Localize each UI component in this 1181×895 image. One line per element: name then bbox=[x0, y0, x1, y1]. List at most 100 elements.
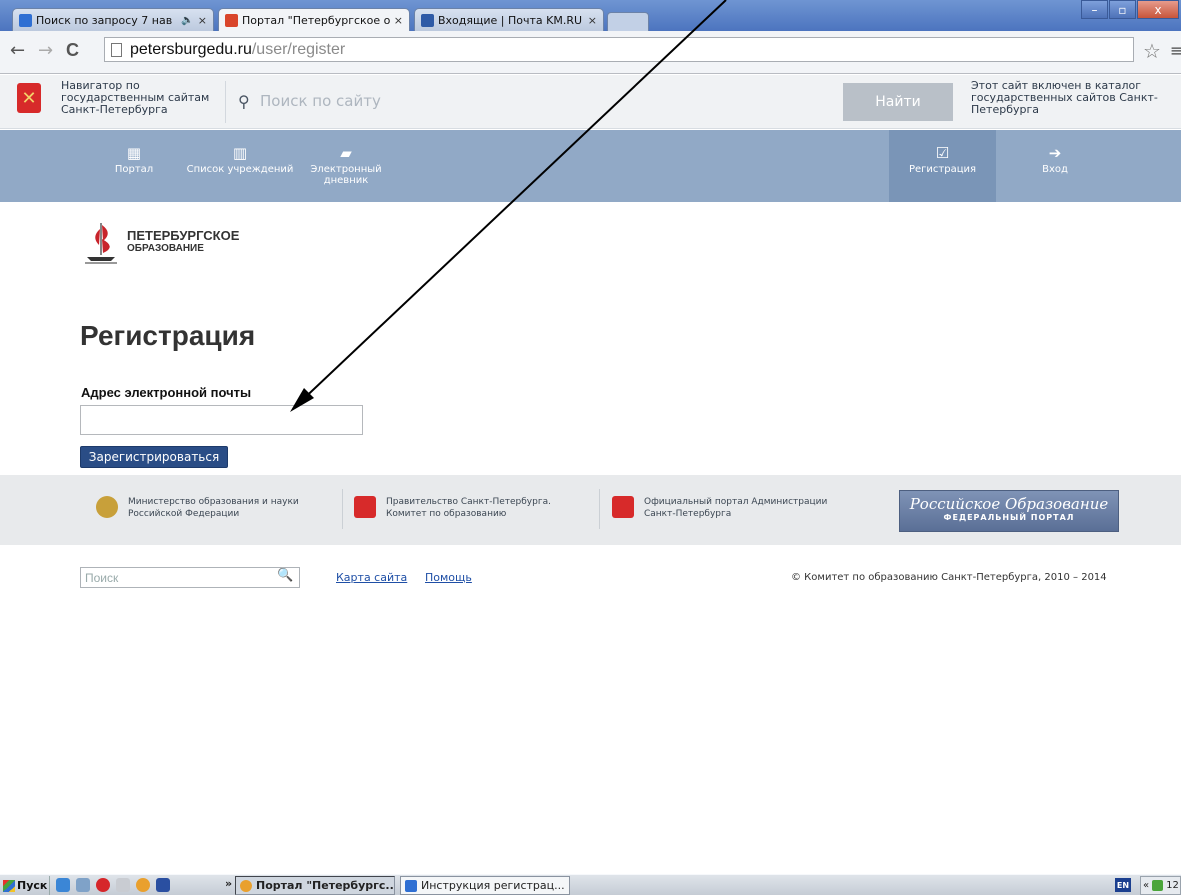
task-label: Портал "Петербургс... bbox=[256, 879, 395, 892]
nav-label: Вход bbox=[1042, 164, 1068, 175]
tab-close-icon[interactable]: × bbox=[198, 14, 207, 27]
url-path: /user/register bbox=[251, 40, 346, 58]
windows-taskbar: Пуск » Портал "Петербургс... Инструкция … bbox=[0, 874, 1181, 895]
browser-toolbar: ← → C petersburgedu.ru/user/register ☆ ≡ bbox=[0, 31, 1181, 74]
browser-tabstrip: Поиск по запросу 7 нав 🔈 × Портал "Петер… bbox=[0, 0, 1181, 32]
monitor-icon[interactable] bbox=[156, 878, 170, 892]
url-domain: petersburgedu.ru bbox=[130, 40, 252, 58]
tab-search[interactable]: Поиск по запросу 7 нав 🔈 × bbox=[12, 8, 214, 31]
chrome-icon bbox=[240, 879, 252, 892]
find-button[interactable]: Найти bbox=[843, 83, 953, 121]
site-logo[interactable]: ПЕТЕРБУРГСКОЕ ОБРАЗОВАНИЕ bbox=[83, 219, 239, 265]
page-title: Регистрация bbox=[80, 320, 256, 351]
gov-navigator-bar: ✕ Навигатор по государственным сайтам Са… bbox=[0, 75, 1181, 129]
windows-logo-icon bbox=[3, 879, 15, 892]
book-icon: ▰ bbox=[340, 144, 352, 162]
nav-portal[interactable]: ▦ Портал bbox=[112, 130, 156, 202]
shield-icon[interactable] bbox=[1152, 880, 1164, 891]
russian-education-portal-banner[interactable]: Российское Образование ФЕДЕРАЛЬНЫЙ ПОРТА… bbox=[899, 490, 1119, 532]
sign-in-icon: ➔ bbox=[1048, 144, 1062, 162]
ie-icon[interactable] bbox=[56, 878, 70, 892]
ship-logo-icon bbox=[85, 223, 117, 264]
search-favicon-icon bbox=[19, 13, 32, 27]
back-icon[interactable]: ← bbox=[10, 40, 25, 61]
opera-icon[interactable] bbox=[96, 878, 110, 892]
taskbar-item-instruction[interactable]: Инструкция регистрац... bbox=[400, 876, 570, 895]
tray-chevron-icon[interactable]: « bbox=[1143, 880, 1149, 891]
page-icon bbox=[111, 42, 122, 57]
chevron-right-icon[interactable]: » bbox=[225, 877, 232, 890]
help-link[interactable]: Помощь bbox=[425, 571, 472, 584]
nav-login[interactable]: ➔ Вход bbox=[1010, 130, 1100, 202]
spb-emblem-icon bbox=[612, 496, 634, 518]
tab-label: Входящие | Почта KM.RU - bbox=[438, 13, 584, 27]
start-button[interactable]: Пуск bbox=[0, 876, 50, 895]
banner-subtitle: ФЕДЕРАЛЬНЫЙ ПОРТАЛ bbox=[943, 513, 1075, 522]
task-label: Инструкция регистрац... bbox=[421, 879, 565, 892]
partner-government[interactable]: Правительство Санкт-Петербурга. Комитет … bbox=[354, 496, 584, 520]
clock: 12:18 bbox=[1166, 880, 1180, 891]
window-controls: – ▫ x bbox=[1080, 0, 1179, 19]
coat-of-arms-favicon-icon bbox=[225, 14, 238, 27]
partner-text: Официальный портал Администрации Санкт-П… bbox=[644, 497, 828, 519]
nav-e-diary[interactable]: ▰ Электронный дневник bbox=[304, 130, 388, 202]
search-icon[interactable]: 🔍 bbox=[277, 568, 293, 583]
sitemap-link[interactable]: Карта сайта bbox=[336, 571, 407, 584]
tab-label: Портал "Петербургское об bbox=[242, 14, 390, 27]
nav-label: Портал bbox=[114, 164, 154, 175]
register-button[interactable]: Зарегистрироваться bbox=[80, 446, 228, 468]
reload-icon[interactable]: C bbox=[66, 40, 79, 61]
tab-close-icon[interactable]: × bbox=[588, 14, 597, 27]
close-window-button[interactable]: x bbox=[1137, 0, 1179, 19]
start-label: Пуск bbox=[17, 879, 48, 892]
main-nav: ▦ Портал ▥ Список учреждений ▰ Электронн… bbox=[0, 130, 1181, 202]
email-label: Адрес электронной почты bbox=[81, 385, 252, 400]
grid-icon: ▦ bbox=[126, 144, 142, 162]
spb-emblem-icon[interactable]: ✕ bbox=[17, 83, 41, 113]
menu-icon[interactable]: ≡ bbox=[1170, 41, 1181, 60]
building-icon: ▥ bbox=[232, 144, 248, 162]
banner-title: Российское Образование bbox=[909, 495, 1109, 513]
logo-text: ПЕТЕРБУРГСКОЕ ОБРАЗОВАНИЕ bbox=[127, 229, 239, 255]
partner-text: Министерство образования и науки Российс… bbox=[128, 497, 299, 519]
audio-icon[interactable]: 🔈 bbox=[181, 15, 193, 26]
calculator-icon[interactable] bbox=[116, 878, 130, 892]
gov-search-input[interactable] bbox=[260, 88, 820, 114]
eagle-emblem-icon bbox=[96, 496, 118, 518]
word-icon bbox=[405, 879, 417, 892]
nav-registration[interactable]: ☑ Регистрация bbox=[889, 130, 996, 202]
partner-administration[interactable]: Официальный портал Администрации Санкт-П… bbox=[612, 496, 852, 520]
tab-close-icon[interactable]: × bbox=[394, 14, 403, 27]
nav-label: Регистрация bbox=[908, 164, 977, 175]
spb-emblem-icon bbox=[354, 496, 376, 518]
bookmark-star-icon[interactable]: ☆ bbox=[1143, 39, 1161, 63]
address-bar[interactable]: petersburgedu.ru/user/register bbox=[104, 37, 1134, 62]
tab-portal[interactable]: Портал "Петербургское об × bbox=[218, 8, 410, 32]
copyright-text: © Комитет по образованию Санкт-Петербург… bbox=[791, 572, 1107, 583]
forward-icon[interactable]: → bbox=[38, 40, 53, 61]
tab-mail[interactable]: Входящие | Почта KM.RU - × bbox=[414, 8, 604, 31]
minimize-button[interactable]: – bbox=[1081, 0, 1108, 19]
desktop-icon[interactable] bbox=[76, 878, 90, 892]
new-tab-button[interactable] bbox=[607, 12, 649, 31]
chrome-icon[interactable] bbox=[136, 878, 150, 892]
catalog-text[interactable]: Этот сайт включен в каталог государствен… bbox=[971, 80, 1171, 116]
logo-line2: ОБРАЗОВАНИЕ bbox=[127, 243, 204, 254]
search-icon: ⚲ bbox=[238, 92, 250, 111]
divider bbox=[599, 489, 600, 529]
divider bbox=[342, 489, 343, 529]
language-indicator[interactable]: EN bbox=[1115, 878, 1131, 892]
check-square-icon: ☑ bbox=[935, 144, 950, 162]
nav-institutions[interactable]: ▥ Список учреждений bbox=[185, 130, 295, 202]
maximize-button[interactable]: ▫ bbox=[1109, 0, 1136, 19]
navigator-text[interactable]: Навигатор по государственным сайтам Санк… bbox=[61, 80, 221, 116]
footer-search-input[interactable] bbox=[80, 567, 300, 588]
km-favicon-icon bbox=[421, 13, 434, 27]
divider bbox=[225, 81, 226, 123]
taskbar-item-portal[interactable]: Портал "Петербургс... bbox=[235, 876, 395, 895]
email-field[interactable] bbox=[80, 405, 363, 435]
partner-text: Правительство Санкт-Петербурга. Комитет … bbox=[386, 497, 551, 519]
partner-ministry[interactable]: Министерство образования и науки Российс… bbox=[96, 496, 326, 520]
system-tray: « 12:18 bbox=[1140, 876, 1181, 895]
nav-label: Список учреждений bbox=[186, 164, 294, 175]
